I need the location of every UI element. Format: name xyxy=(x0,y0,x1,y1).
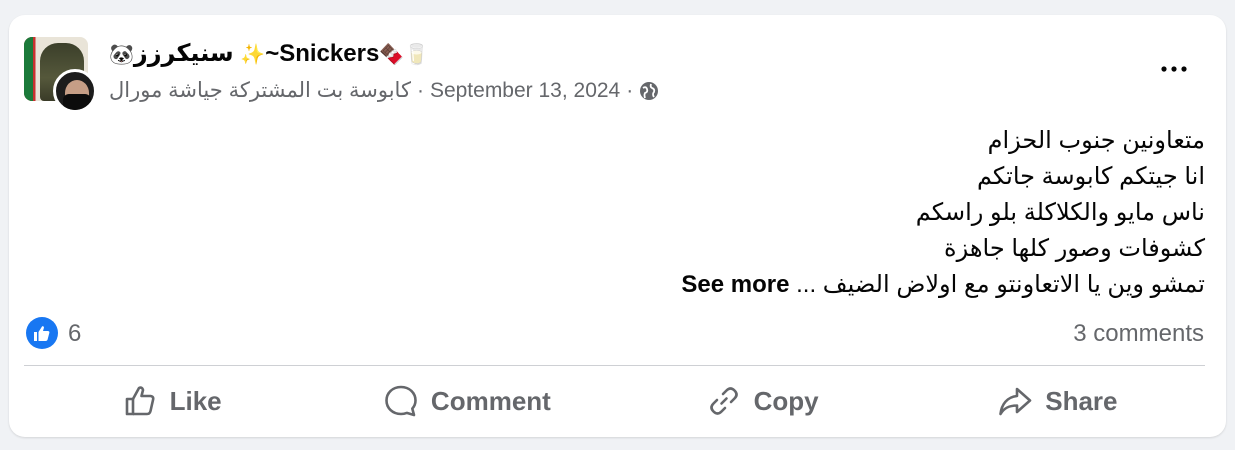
like-reaction-icon[interactable] xyxy=(26,317,58,349)
share-arrow-icon xyxy=(999,387,1032,416)
post-card: 🐼سنيكرزز ✨~Snickers🍫🥛 كابوسة بت المشتركة… xyxy=(9,15,1226,437)
truncated-text: تمشو وين يا الاتعاونتو مع اولاض الضيف ..… xyxy=(796,271,1205,298)
post-line-truncated: تمشو وين يا الاتعاونتو مع اولاض الضيف ..… xyxy=(505,267,1205,303)
meta-separator: · xyxy=(416,78,424,102)
action-bar: Like Comment Copy Share xyxy=(24,375,1205,427)
post-line: كشوفات وصور كلها جاهزة xyxy=(944,235,1205,262)
like-label: Like xyxy=(169,385,222,416)
milk-emoji: 🥛 xyxy=(404,44,430,66)
chocolate-emoji: 🍫 xyxy=(379,44,405,66)
more-options-icon[interactable] xyxy=(1158,59,1190,79)
comment-bubble-icon xyxy=(385,385,417,417)
post-line: ناس مايو والكلاكلة بلو راسكم xyxy=(915,199,1205,226)
reaction-count[interactable]: 6 xyxy=(68,320,81,348)
post-text: متعاونين جنوب الحزام انا جيتكم كابوسة جا… xyxy=(505,123,1205,303)
post-meta: كابوسة بت المشتركة جياشة مورال · Septemb… xyxy=(109,78,659,103)
post-line: انا جيتكم كابوسة جاتكم xyxy=(976,163,1205,190)
share-label: Share xyxy=(1045,385,1118,416)
link-icon xyxy=(709,387,738,415)
thumbs-up-icon xyxy=(125,386,155,416)
comments-count[interactable]: 3 comments xyxy=(1073,320,1204,348)
comment-label: Comment xyxy=(430,385,551,416)
copy-label: Copy xyxy=(753,385,819,416)
group-name[interactable]: كابوسة بت المشتركة جياشة مورال xyxy=(109,78,411,103)
like-button[interactable]: Like xyxy=(24,375,319,427)
author-name-arabic: سنيكرزز xyxy=(133,40,234,67)
sparkle-emoji: ✨ xyxy=(240,44,266,66)
globe-icon[interactable] xyxy=(639,81,659,101)
see-more-link[interactable]: See more xyxy=(681,271,789,298)
author-avatar-group[interactable] xyxy=(24,37,97,113)
post-date[interactable]: September 13, 2024 xyxy=(430,79,620,103)
avatar-flag-stripe xyxy=(24,37,33,101)
share-button[interactable]: Share xyxy=(910,375,1205,427)
bear-emoji: 🐼 xyxy=(109,44,134,66)
post-line: متعاونين جنوب الحزام xyxy=(987,127,1205,154)
meta-separator: · xyxy=(626,78,634,102)
author-name-latin: ~Snickers xyxy=(265,40,380,67)
author-name[interactable]: 🐼سنيكرزز ✨~Snickers🍫🥛 xyxy=(109,39,429,68)
copy-button[interactable]: Copy xyxy=(615,375,910,427)
avatar-veil xyxy=(63,94,91,110)
comment-button[interactable]: Comment xyxy=(319,375,614,427)
divider xyxy=(24,365,1205,366)
profile-avatar[interactable] xyxy=(53,69,97,113)
